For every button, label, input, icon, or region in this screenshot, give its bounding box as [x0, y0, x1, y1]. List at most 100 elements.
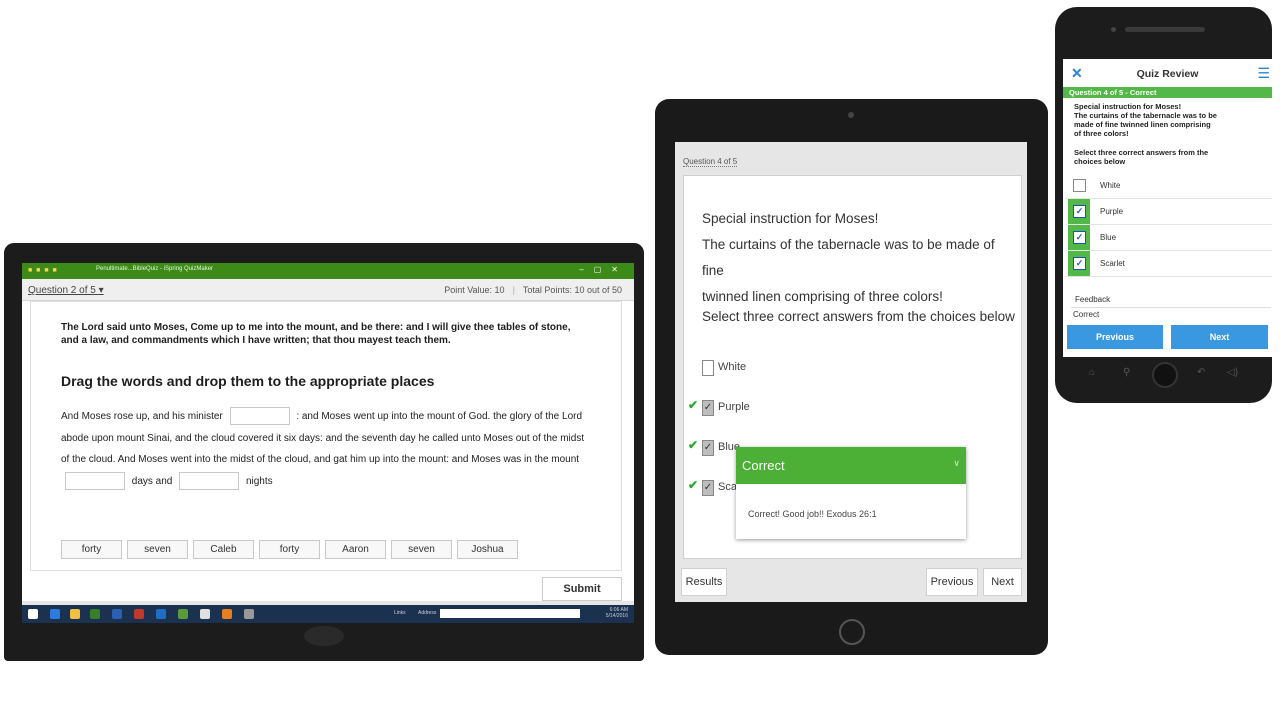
word-chip[interactable]: Aaron: [325, 540, 386, 559]
word-chip[interactable]: Caleb: [193, 540, 254, 559]
home-button[interactable]: [839, 619, 865, 645]
clock-date: 5/14/2016: [605, 613, 628, 619]
points-info: Point Value: 10 | Total Points: 10 out of …: [444, 285, 622, 295]
question-selector-label: Question 2 of 5: [28, 285, 96, 296]
previous-button[interactable]: Previous: [1067, 325, 1163, 349]
option-label: Purple: [1100, 207, 1124, 216]
instruction-line: Special instruction for Moses!: [1074, 102, 1182, 111]
submit-button[interactable]: Submit: [542, 577, 622, 601]
edge-browser-icon[interactable]: [50, 609, 60, 619]
word-chip[interactable]: forty: [61, 540, 122, 559]
select-prompt: Select three correct answers from the ch…: [702, 309, 1015, 324]
answer-option-blue[interactable]: ✓ Blue: [1066, 225, 1272, 251]
word-chip[interactable]: Joshua: [457, 540, 518, 559]
checkbox-checked-icon[interactable]: ✓: [1073, 231, 1086, 244]
correct-check-icon: ✔: [688, 438, 699, 452]
word-icon[interactable]: [112, 609, 122, 619]
correct-check-icon: ✔: [688, 478, 699, 492]
laptop-screen: ■ ■ ■ ■ Penultimate...BibleQuiz - iSprin…: [22, 263, 634, 623]
word-chip[interactable]: forty: [259, 540, 320, 559]
checkbox-checked-icon[interactable]: ✓: [702, 400, 714, 416]
window-titlebar: ■ ■ ■ ■ Penultimate...BibleQuiz - iSprin…: [22, 263, 634, 279]
address-label: Address: [418, 610, 437, 616]
app-header: ✕ Quiz Review ☰: [1063, 59, 1272, 87]
chevron-down-icon[interactable]: ∨: [953, 458, 960, 469]
question-label: Question 4 of 5: [683, 157, 738, 167]
checkbox-checked-icon[interactable]: ✓: [1073, 257, 1086, 270]
feedback-label: Feedback: [1075, 295, 1111, 304]
answer-option-white[interactable]: White: [1066, 173, 1272, 199]
word-bank: forty seven Caleb forty Aaron seven Joshua: [61, 539, 523, 559]
page-title: Quiz Review: [1136, 68, 1199, 80]
question-instruction: Special instruction for Moses! The curta…: [1074, 102, 1269, 138]
checkbox-checked-icon[interactable]: ✓: [1073, 205, 1086, 218]
option-label: Blue: [1100, 233, 1117, 242]
option-label: Purple: [718, 401, 750, 413]
quick-access-icons[interactable]: ■ ■ ■ ■: [28, 267, 58, 274]
instruction-line: of three colors!: [1074, 129, 1129, 138]
address-input[interactable]: [440, 609, 580, 618]
answer-option-purple[interactable]: ✓ Purple: [1066, 199, 1272, 225]
tablet-device: Question 4 of 5 Special instruction for …: [655, 99, 1048, 655]
window-controls[interactable]: –▢✕: [579, 265, 628, 274]
question-selector[interactable]: Question 2 of 5 ▾: [28, 285, 104, 296]
select-line: choices below: [1074, 157, 1126, 166]
phone-screen: ✕ Quiz Review ☰ Question 4 of 5 - Correc…: [1063, 59, 1272, 357]
divider: [1071, 307, 1271, 308]
app-icon[interactable]: [178, 609, 188, 619]
next-button[interactable]: Next: [983, 568, 1022, 596]
links-label: Links: [394, 610, 406, 616]
home-nav-icon[interactable]: ⌂: [1089, 367, 1095, 378]
chevron-down-icon: ▾: [98, 285, 104, 296]
question-instruction: Special instruction for Moses! The curta…: [702, 206, 1002, 310]
windows-taskbar: Links Address 6:06 AM 5/14/2016: [22, 605, 634, 623]
drop-zone-1[interactable]: [229, 407, 290, 426]
laptop-device: ■ ■ ■ ■ Penultimate...BibleQuiz - iSprin…: [4, 243, 644, 661]
phone-device: ✕ Quiz Review ☰ Question 4 of 5 - Correc…: [1055, 7, 1272, 403]
laptop-hinge: [304, 626, 344, 646]
drop-zone-2[interactable]: [65, 471, 125, 490]
option-label: White: [718, 361, 747, 373]
camera-icon: [1111, 27, 1116, 32]
select-prompt: Select three correct answers from the ch…: [1074, 148, 1269, 166]
search-icon[interactable]: ⚲: [1123, 367, 1130, 378]
drop-zone-3[interactable]: [179, 471, 240, 490]
app-icon[interactable]: [200, 609, 210, 619]
checkbox-checked-icon[interactable]: ✓: [702, 480, 714, 496]
home-button[interactable]: [1152, 362, 1178, 388]
word-chip[interactable]: seven: [127, 540, 188, 559]
passage-text-3: days and: [131, 475, 173, 487]
windows-start-icon[interactable]: [28, 609, 38, 619]
back-icon[interactable]: ↶: [1197, 367, 1205, 378]
instruction-line: The curtains of the tabernacle was to be…: [702, 237, 995, 278]
question-instruction: The Lord said unto Moses, Come up to me …: [61, 322, 571, 346]
quiz-toolbar: Question 2 of 5 ▾ Point Value: 10 | Total …: [22, 279, 634, 301]
system-clock[interactable]: 6:06 AM 5/14/2016: [606, 607, 628, 619]
hamburger-menu-icon[interactable]: ☰: [1257, 65, 1270, 82]
app-icon[interactable]: [244, 609, 254, 619]
feedback-title: Correct: [742, 458, 785, 473]
instruction-line: twinned linen comprising of three colors…: [702, 289, 943, 304]
window-title: Penultimate...BibleQuiz - iSpring QuizMa…: [96, 266, 214, 272]
checkbox-checked-icon[interactable]: ✓: [702, 440, 714, 456]
next-button[interactable]: Next: [1171, 325, 1268, 349]
instruction-line: The curtains of the tabernacle was to be: [1074, 111, 1217, 120]
ispring-icon[interactable]: [222, 609, 232, 619]
speaker-grille: [1125, 27, 1205, 32]
previous-button[interactable]: Previous: [926, 568, 978, 596]
select-line: Select three correct answers from the: [1074, 148, 1209, 157]
word-chip[interactable]: seven: [391, 540, 452, 559]
passage-text-1: And Moses rose up, and his minister: [61, 411, 223, 422]
outlook-icon[interactable]: [156, 609, 166, 619]
answer-option-scarlet[interactable]: ✓ Scarlet: [1066, 251, 1272, 277]
file-explorer-icon[interactable]: [70, 609, 80, 619]
powerpoint-icon[interactable]: [134, 609, 144, 619]
correct-check-icon: ✔: [688, 398, 699, 412]
checkbox-icon[interactable]: [702, 360, 714, 376]
checkbox-icon[interactable]: [1073, 179, 1086, 192]
results-button[interactable]: Results: [681, 568, 727, 596]
excel-icon[interactable]: [90, 609, 100, 619]
passage-text-4: nights: [245, 475, 273, 487]
volume-icon[interactable]: ◁): [1227, 367, 1238, 378]
feedback-popup-header[interactable]: Correct ∨: [736, 447, 966, 484]
